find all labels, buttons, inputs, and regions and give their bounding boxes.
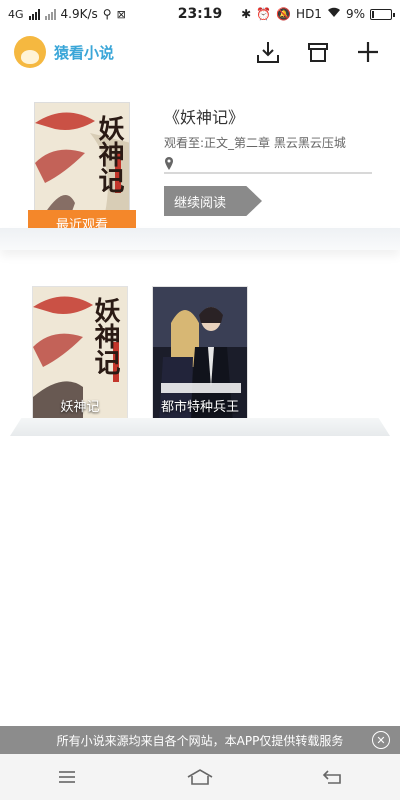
menu-icon: [58, 771, 75, 783]
signal-2-icon: [44, 8, 56, 20]
security-icon: ⊠: [116, 7, 126, 21]
battery-icon: [370, 8, 395, 20]
continue-reading-button[interactable]: 继续阅读: [164, 186, 262, 216]
wifi-icon: [327, 7, 341, 22]
app-title: 猿看小说: [54, 43, 115, 62]
network-speed: 4.9K/s: [60, 7, 98, 21]
signal-icon: [28, 8, 40, 20]
battery-text: 9%: [345, 7, 365, 21]
network-type: 4G: [8, 7, 24, 21]
plus-icon: [358, 42, 378, 62]
book-item[interactable]: 都市特种兵王: [152, 286, 248, 422]
shelf-divider: [0, 228, 400, 250]
monkey-logo-icon: [14, 36, 46, 68]
hd-label: HD1: [296, 7, 322, 21]
back-button[interactable]: [313, 757, 353, 797]
app-header: 猿看小说: [0, 28, 400, 76]
download-button[interactable]: [250, 34, 286, 70]
add-button[interactable]: [350, 34, 386, 70]
usb-icon: ⚲: [102, 7, 112, 21]
bookshelf: 妖神记 妖神记 都市特种兵王: [0, 280, 400, 450]
notice-bar: 所有小说来源均来自各个网站，本APP仅提供转载服务 ✕: [0, 726, 400, 754]
close-circle-icon[interactable]: ✕: [372, 731, 390, 749]
back-icon: [323, 770, 342, 784]
header-actions: [250, 34, 386, 70]
alarm-icon: ⏰: [256, 7, 272, 21]
book-item[interactable]: 妖神记 妖神记: [32, 286, 128, 422]
bookshelf-button[interactable]: [300, 34, 336, 70]
progress-line: [164, 156, 374, 174]
mute-icon: 🔕: [276, 7, 292, 21]
page: 4G 4.9K/s ⚲ ⊠ 23:19 ✱ ⏰ 🔕 HD1 9% 猿看小说 妖神…: [0, 0, 400, 800]
location-pin-icon: [165, 157, 173, 170]
recent-book-title[interactable]: 《妖神记》: [164, 104, 244, 128]
shelf-board: [10, 418, 390, 436]
bluetooth-icon: ✱: [241, 7, 252, 21]
download-icon: [257, 42, 279, 63]
recent-reading-card: 妖神记 最近观看 《妖神记》 观看至:正文_第二章 黑云黑云压城 继续阅读: [0, 96, 400, 246]
menu-button[interactable]: [47, 757, 87, 797]
reading-progress: 观看至:正文_第二章 黑云黑云压城: [164, 136, 346, 150]
status-right: ✱ ⏰ 🔕 HD1 9%: [241, 7, 395, 22]
home-button[interactable]: [180, 757, 220, 797]
book-cover-text: 妖神记: [90, 297, 120, 375]
bookshelf-icon: [308, 43, 328, 62]
home-icon: [187, 769, 213, 785]
book-title: 都市特种兵王: [160, 400, 239, 415]
notice-text: 所有小说来源均来自各个网站，本APP仅提供转载服务: [56, 733, 344, 748]
system-nav-bar: [0, 754, 400, 800]
status-left: 4G 4.9K/s ⚲ ⊠: [8, 7, 126, 21]
book-title: 妖神记: [60, 400, 100, 415]
status-bar: 4G 4.9K/s ⚲ ⊠ 23:19 ✱ ⏰ 🔕 HD1 9%: [0, 0, 400, 28]
recent-cover-text: 妖神记: [94, 115, 124, 193]
